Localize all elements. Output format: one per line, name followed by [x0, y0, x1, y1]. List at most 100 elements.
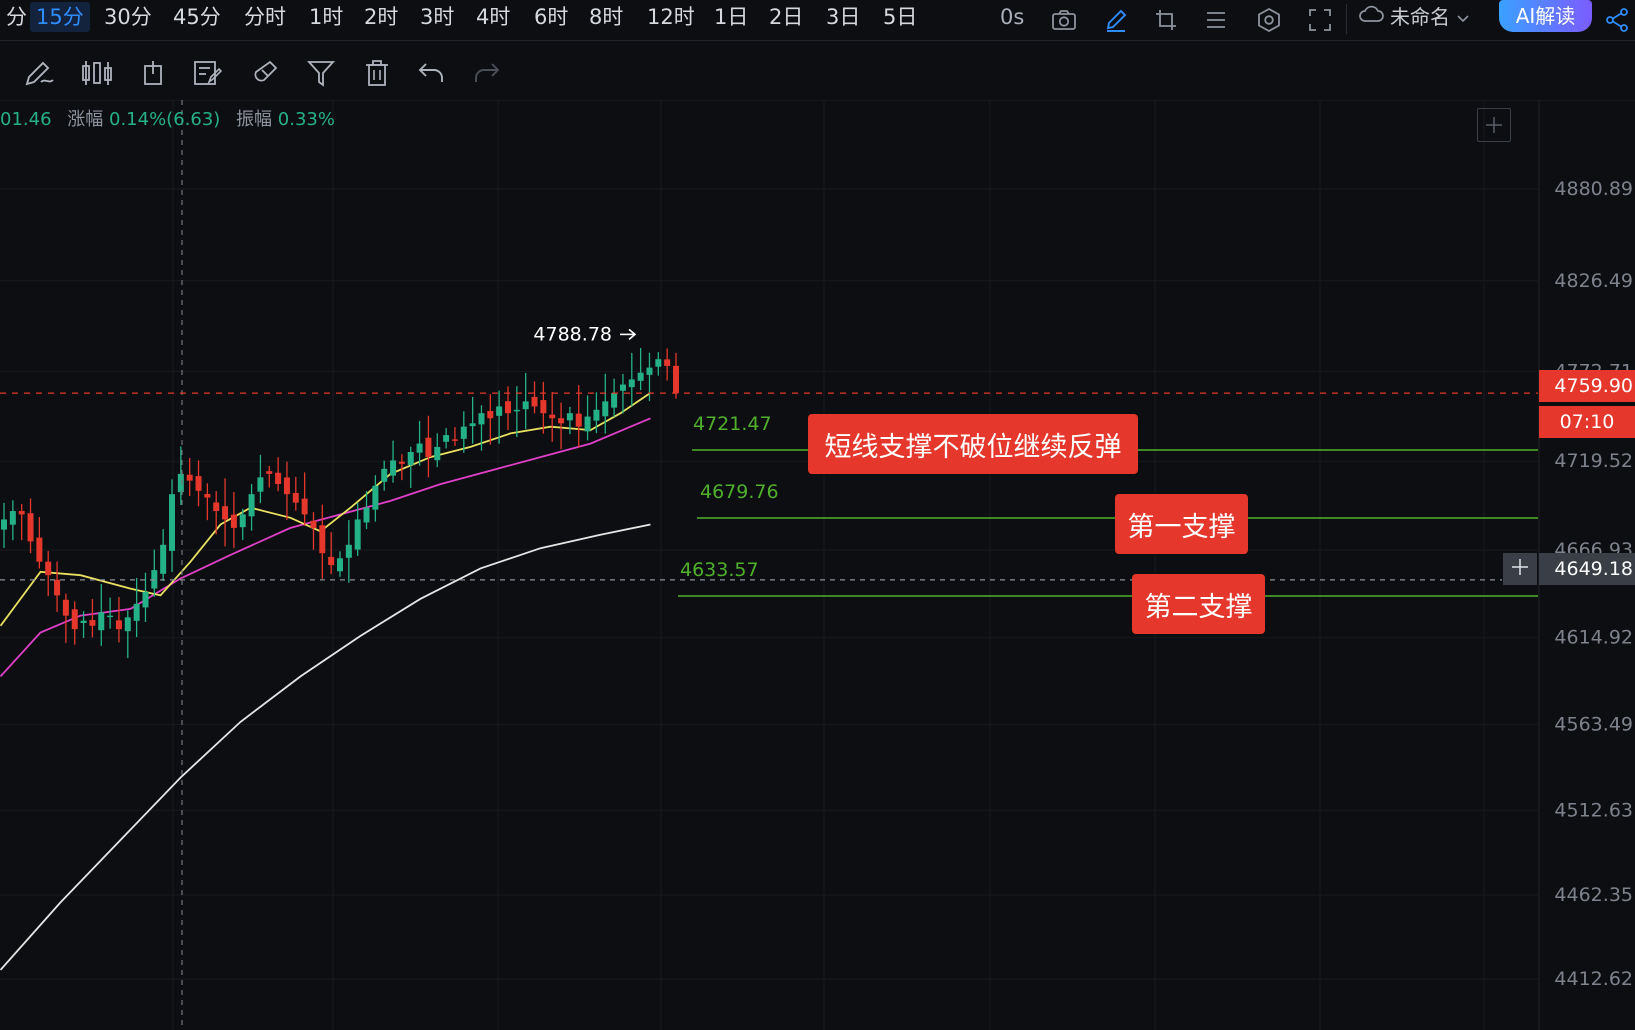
annotation-first-support[interactable]: 第一支撑 — [1115, 494, 1248, 554]
candle-body — [513, 409, 520, 412]
interval-14[interactable]: 3日 — [820, 2, 866, 32]
candle-body — [584, 416, 591, 432]
list-icon[interactable] — [1202, 6, 1230, 34]
expand-chart-button[interactable] — [1477, 108, 1511, 142]
pencil-icon[interactable] — [1102, 6, 1130, 34]
interval-1[interactable]: 15分 — [30, 2, 90, 32]
candle-body — [142, 592, 149, 608]
candle-body — [478, 413, 485, 425]
candle-body — [602, 401, 609, 417]
toolbar-divider — [1346, 4, 1347, 34]
note-icon[interactable] — [190, 56, 224, 90]
candle-body — [496, 406, 503, 416]
brush-icon[interactable] — [22, 56, 56, 90]
drawing-toolbar — [0, 42, 560, 100]
chevron-down-icon — [1456, 2, 1470, 32]
candle-body — [593, 409, 600, 421]
plus-icon — [1510, 557, 1530, 581]
axis-tick-label: 4462.35 — [1554, 884, 1633, 906]
interval-9[interactable]: 6时 — [528, 2, 574, 32]
candle-body — [107, 615, 114, 618]
candle-body — [487, 411, 494, 419]
candle-body — [195, 476, 202, 491]
interval-11[interactable]: 12时 — [641, 2, 701, 32]
interval-8[interactable]: 4时 — [470, 2, 516, 32]
candle-body — [337, 558, 343, 572]
crop-icon[interactable] — [1152, 6, 1180, 34]
current-price-tag: 4759.90 — [1539, 370, 1635, 402]
interval-7[interactable]: 3时 — [414, 2, 460, 32]
candlestick-icon[interactable] — [80, 56, 114, 90]
ai-analysis-button[interactable]: AI解读 — [1499, 0, 1592, 32]
undo-icon[interactable] — [414, 56, 448, 90]
filter-icon[interactable] — [304, 56, 338, 90]
candlestick-chart[interactable]: 4788.78 4721.47 4679.76 4633.57 4880.89 4826… — [0, 100, 1635, 1030]
candle-body — [372, 485, 379, 510]
axis-tick-label: 4512.63 — [1554, 799, 1633, 821]
candles — [1, 348, 679, 659]
candle-body — [549, 414, 556, 419]
interval-15[interactable]: 5日 — [877, 2, 923, 32]
crosshair-price-tag: 4649.18 — [1539, 553, 1635, 585]
interval-2[interactable]: 30分 — [98, 2, 158, 32]
candle-body — [451, 439, 458, 441]
interval-13[interactable]: 2日 — [763, 2, 809, 32]
candle-body — [522, 401, 529, 410]
candle-body — [222, 506, 229, 520]
support-price-label: 4679.76 — [700, 481, 779, 503]
candle-body — [1, 519, 7, 530]
annotation-short-term-support[interactable]: 短线支撑不破位继续反弹 — [808, 414, 1138, 474]
candle-body — [354, 519, 361, 550]
interval-12[interactable]: 1日 — [708, 2, 754, 32]
candle-body — [425, 437, 432, 458]
project-selector[interactable]: 未命名 — [1358, 2, 1470, 32]
indicator-icon[interactable] — [136, 56, 170, 90]
amplitude-value: 0.33% — [277, 109, 335, 130]
magnet-icon[interactable] — [248, 56, 282, 90]
interval-6[interactable]: 2时 — [358, 2, 404, 32]
candle-body — [62, 599, 69, 616]
interval-5[interactable]: 1时 — [303, 2, 349, 32]
candle-body — [301, 498, 308, 515]
trash-icon[interactable] — [360, 56, 394, 90]
share-icon[interactable] — [1603, 6, 1631, 34]
candle-body — [434, 446, 441, 461]
amplitude-label: 振幅 — [236, 109, 273, 130]
add-alert-button[interactable] — [1503, 553, 1537, 585]
fullscreen-icon[interactable] — [1306, 6, 1334, 34]
candle-body — [9, 511, 16, 525]
candle-body — [628, 379, 635, 388]
candle-body — [160, 544, 167, 574]
interval-4[interactable]: 分时 — [238, 2, 292, 32]
candle-body — [204, 493, 211, 498]
redo-icon[interactable] — [470, 56, 504, 90]
candle-body — [407, 451, 414, 465]
candle-body — [124, 617, 131, 632]
axis-tick-label: 4412.62 — [1554, 968, 1633, 990]
candle-body — [257, 477, 264, 492]
countdown-tag: 07:10 — [1539, 406, 1635, 438]
candle-body — [319, 525, 326, 554]
candle-body — [575, 413, 582, 427]
interval-prev[interactable]: 分 — [0, 2, 33, 32]
candle-body — [637, 372, 644, 381]
annotation-second-support[interactable]: 第二支撑 — [1132, 574, 1265, 634]
candle-body — [531, 396, 538, 407]
camera-icon[interactable] — [1050, 6, 1078, 34]
candle-body — [646, 367, 653, 375]
candle-body — [54, 579, 61, 596]
ma-slow-line — [0, 523, 651, 971]
candle-body — [655, 359, 662, 367]
axis-tick-label: 4719.52 — [1554, 450, 1633, 472]
settings-icon[interactable] — [1255, 6, 1283, 34]
crosshair-price-value: 4649.18 — [1554, 558, 1633, 580]
interval-10[interactable]: 8时 — [583, 2, 629, 32]
refresh-timer[interactable]: 0s — [1000, 2, 1024, 32]
moving-averages — [0, 392, 652, 971]
candle-body — [469, 423, 476, 427]
candle-body — [275, 472, 282, 485]
candle-body — [673, 365, 679, 393]
candle-body — [416, 443, 423, 453]
interval-3[interactable]: 45分 — [167, 2, 227, 32]
interval-toolbar: 分 15分 30分 45分 分时 1时 2时 3时 4时 6时 8时 12时 1日 2日 3日 5日 0s 未… — [0, 0, 1635, 41]
